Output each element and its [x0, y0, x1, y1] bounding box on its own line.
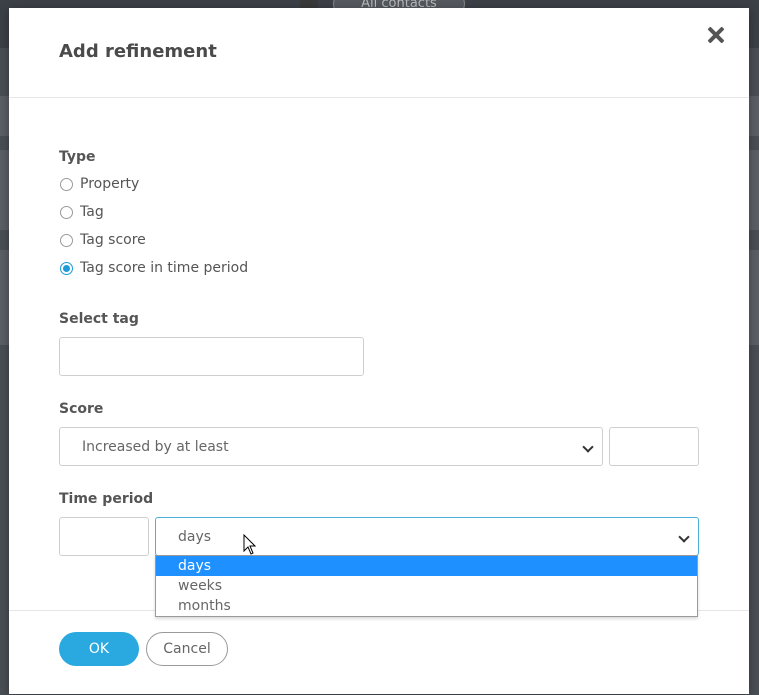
radio-tag-score-in-time-period[interactable]: Tag score in time period — [60, 258, 248, 278]
radio-button-checked[interactable] — [60, 261, 73, 275]
radio-label: Tag score — [80, 232, 146, 248]
modal-header: Add refinement — [9, 8, 749, 98]
type-label: Type — [59, 149, 96, 165]
score-value-input[interactable] — [609, 427, 699, 466]
radio-tag-score[interactable]: Tag score — [60, 230, 146, 250]
dropdown-option-months[interactable]: months — [156, 596, 697, 616]
radio-label: Property — [80, 176, 140, 192]
score-comparison-select[interactable]: Increased by at least — [59, 427, 603, 466]
radio-tag[interactable]: Tag — [60, 202, 104, 222]
lock-icon — [300, 0, 318, 8]
add-refinement-modal: Add refinement Type Property Tag Tag sco… — [9, 8, 749, 694]
select-tag-label: Select tag — [59, 311, 139, 327]
ok-button[interactable]: OK — [59, 632, 139, 666]
radio-label: Tag — [80, 204, 104, 220]
radio-button[interactable] — [60, 205, 73, 219]
time-period-unit-select[interactable]: days — [155, 517, 699, 556]
select-value: days — [178, 529, 212, 545]
score-label: Score — [59, 401, 104, 417]
modal-footer: OK Cancel — [9, 610, 749, 695]
dropdown-option-days[interactable]: days — [156, 556, 697, 576]
chevron-down-icon — [678, 531, 690, 543]
time-period-label: Time period — [59, 491, 154, 507]
mouse-pointer-icon — [243, 534, 257, 555]
chevron-down-icon — [582, 441, 594, 453]
select-tag-input[interactable] — [59, 337, 364, 376]
cancel-button[interactable]: Cancel — [146, 632, 228, 666]
radio-property[interactable]: Property — [60, 174, 139, 194]
radio-label: Tag score in time period — [80, 260, 249, 276]
modal-title: Add refinement — [59, 41, 217, 62]
radio-button[interactable] — [60, 233, 73, 247]
select-value: Increased by at least — [82, 439, 229, 455]
dropdown-option-weeks[interactable]: weeks — [156, 576, 697, 596]
time-period-unit-dropdown: days weeks months — [155, 555, 698, 617]
time-period-amount-input[interactable] — [59, 517, 149, 556]
close-icon[interactable] — [705, 24, 727, 46]
radio-button[interactable] — [60, 177, 73, 191]
